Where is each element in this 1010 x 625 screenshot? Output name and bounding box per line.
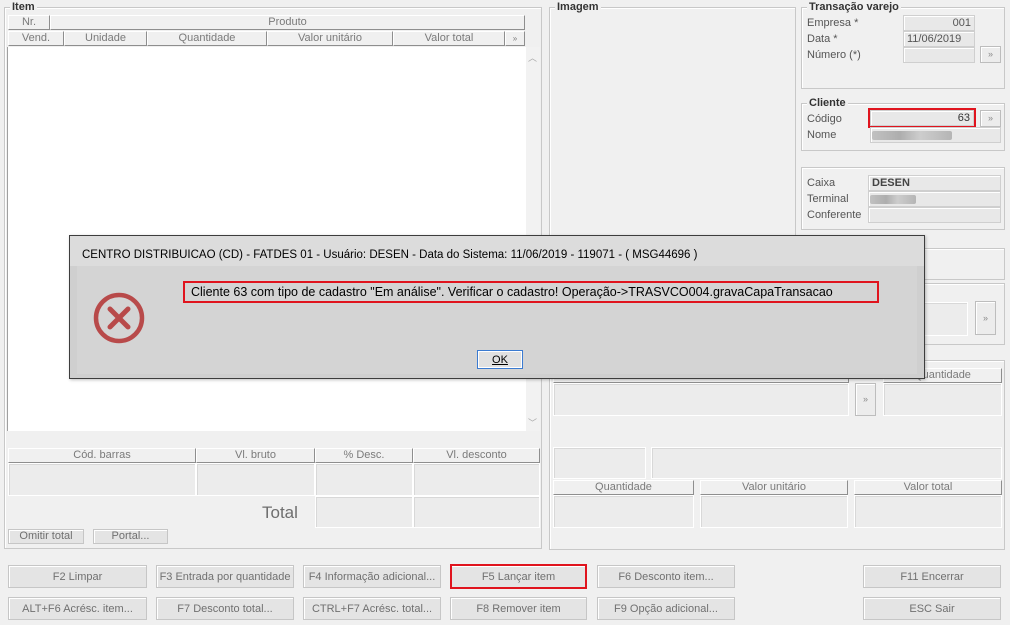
right-field-b[interactable] xyxy=(651,447,1002,479)
right-input-main[interactable] xyxy=(553,383,849,416)
header-valor-unitario-right[interactable]: Valor unitário xyxy=(700,480,848,495)
f4-informacao-adicional-button[interactable]: F4 Informação adicional... xyxy=(303,565,441,588)
f6-desconto-item-button[interactable]: F6 Desconto item... xyxy=(597,565,735,588)
item-group-title: Item xyxy=(10,1,37,13)
total-cell-1 xyxy=(315,496,413,528)
conferente-label: Conferente xyxy=(807,209,862,221)
conferente-field[interactable] xyxy=(868,207,1001,223)
f9-opcao-adicional-button[interactable]: F9 Opção adicional... xyxy=(597,597,735,620)
dialog-body: Cliente 63 com tipo de cadastro "Em anál… xyxy=(77,266,917,374)
transacao-group-title: Transação varejo xyxy=(807,1,901,13)
right-field-a[interactable] xyxy=(553,447,646,479)
cliente-group-title: Cliente xyxy=(807,97,848,109)
header-quantidade-bottom[interactable]: Quantidade xyxy=(553,480,694,495)
header-valor-total-right[interactable]: Valor total xyxy=(854,480,1002,495)
f2-limpar-button[interactable]: F2 Limpar xyxy=(8,565,147,588)
right-input-search-icon[interactable]: » xyxy=(855,383,876,416)
esc-sair-button[interactable]: ESC Sair xyxy=(863,597,1001,620)
vl-bruto-cell xyxy=(196,463,315,496)
numero-label: Número (*) xyxy=(807,49,861,61)
imagem-group: Imagem xyxy=(549,1,796,245)
total-cell-2 xyxy=(413,496,540,528)
codigo-search-icon[interactable]: » xyxy=(980,110,1001,127)
f5-highlight xyxy=(450,564,587,589)
right-valor-unitario-cell[interactable] xyxy=(700,495,848,528)
nome-redacted xyxy=(872,131,952,140)
total-label: Total xyxy=(262,503,298,522)
caixa-field[interactable]: DESEN xyxy=(868,175,1001,191)
imagem-group-title: Imagem xyxy=(555,1,601,13)
right-input-quantidade[interactable] xyxy=(883,383,1002,416)
header-vl-bruto[interactable]: Vl. bruto xyxy=(196,448,315,463)
header-valor-total[interactable]: Valor total xyxy=(393,31,505,46)
terminal-redacted xyxy=(870,195,916,204)
dialog-message: Cliente 63 com tipo de cadastro "Em anál… xyxy=(183,281,879,303)
header-nr[interactable]: Nr. xyxy=(8,15,50,30)
right-quantidade-cell[interactable] xyxy=(553,495,694,528)
f7-desconto-total-button[interactable]: F7 Desconto total... xyxy=(156,597,294,620)
data-label: Data * xyxy=(807,33,838,45)
scroll-up-icon[interactable]: ︿ xyxy=(528,51,537,64)
f11-encerrar-button[interactable]: F11 Encerrar xyxy=(863,565,1001,588)
dialog-title: CENTRO DISTRIBUICAO (CD) - FATDES 01 - U… xyxy=(70,236,924,266)
empresa-label: Empresa * xyxy=(807,17,859,29)
omitir-total-button[interactable]: Omitir total xyxy=(8,529,84,544)
ctrl-f7-acresc-total-button[interactable]: CTRL+F7 Acrésc. total... xyxy=(303,597,441,620)
terminal-label: Terminal xyxy=(807,193,849,205)
header-quantidade[interactable]: Quantidade xyxy=(147,31,267,46)
cod-barras-cell xyxy=(8,463,196,496)
dialog-ok-button[interactable]: OK xyxy=(477,350,523,369)
header-vend[interactable]: Vend. xyxy=(8,31,64,46)
header-vl-desconto[interactable]: Vl. desconto xyxy=(413,448,540,463)
error-icon xyxy=(93,292,145,344)
pct-desc-cell xyxy=(315,463,413,496)
nome-label: Nome xyxy=(807,129,837,141)
right-box-2-search-icon[interactable]: » xyxy=(975,301,996,335)
header-produto[interactable]: Produto xyxy=(50,15,525,30)
right-valor-total-cell[interactable] xyxy=(854,495,1002,528)
header-expand-icon[interactable]: » xyxy=(505,31,525,46)
header-unidade[interactable]: Unidade xyxy=(64,31,147,46)
header-cod-barras[interactable]: Cód. barras xyxy=(8,448,196,463)
f3-entrada-quantidade-button[interactable]: F3 Entrada por quantidade xyxy=(156,565,294,588)
f8-remover-item-button[interactable]: F8 Remover item xyxy=(450,597,587,620)
caixa-label: Caixa xyxy=(807,177,836,189)
data-field[interactable]: 11/06/2019 xyxy=(903,31,975,47)
numero-search-icon[interactable]: » xyxy=(980,46,1001,63)
error-dialog: CENTRO DISTRIBUICAO (CD) - FATDES 01 - U… xyxy=(69,235,925,379)
scroll-down-icon[interactable]: ﹀ xyxy=(528,416,537,429)
empresa-field[interactable]: 001 xyxy=(903,15,975,31)
vl-desconto-cell xyxy=(413,463,540,496)
codigo-highlight xyxy=(868,108,976,128)
codigo-label: Código xyxy=(807,113,842,125)
portal-button[interactable]: Portal... xyxy=(93,529,168,544)
alt-f6-acresc-item-button[interactable]: ALT+F6 Acrésc. item... xyxy=(8,597,147,620)
header-valor-unitario[interactable]: Valor unitário xyxy=(267,31,393,46)
header-pct-desc[interactable]: % Desc. xyxy=(315,448,413,463)
numero-field[interactable] xyxy=(903,47,975,63)
